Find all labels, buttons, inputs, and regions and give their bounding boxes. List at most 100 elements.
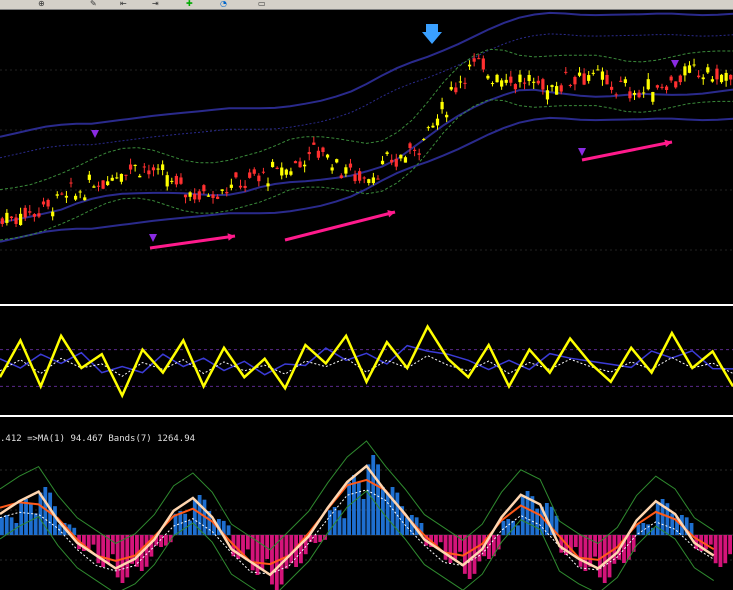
candle-body xyxy=(449,87,453,90)
candle-body xyxy=(683,66,687,76)
histogram-bar xyxy=(284,535,289,569)
candle-body xyxy=(596,69,600,71)
candle-body xyxy=(188,192,192,197)
candle-body xyxy=(9,216,14,219)
histogram-bar xyxy=(520,496,525,535)
histogram-bar xyxy=(728,535,732,555)
chart-area[interactable] xyxy=(0,10,733,590)
candle-body xyxy=(51,211,55,217)
candle-body xyxy=(651,91,655,102)
candle-body xyxy=(289,171,293,175)
candle-body xyxy=(605,74,609,85)
candle-body xyxy=(14,217,18,224)
candle-body xyxy=(655,85,660,88)
candle-body xyxy=(715,68,719,80)
histogram-bar xyxy=(501,520,506,535)
toolbar: ⊕ ✎ ⇤ ⇥ ✚ ◔ ▭ xyxy=(0,0,733,10)
candle-body xyxy=(147,170,151,175)
histogram-bar xyxy=(24,499,28,535)
candle-body xyxy=(128,164,133,170)
candle-body xyxy=(445,114,449,118)
candle-body xyxy=(472,58,476,62)
candle-body xyxy=(83,197,87,201)
candle-body xyxy=(623,79,627,83)
candle-body xyxy=(106,181,110,186)
candle-body xyxy=(312,142,316,145)
terminal-icon[interactable]: ▭ xyxy=(258,0,266,8)
candle-body xyxy=(674,81,678,88)
candle-body xyxy=(28,211,32,213)
histogram-bar xyxy=(183,513,188,535)
candle-body xyxy=(119,173,124,182)
candle-body xyxy=(270,161,275,168)
fit-icon[interactable]: ⇤ xyxy=(120,0,127,8)
histogram-bar xyxy=(33,513,38,535)
candle-body xyxy=(481,58,485,70)
candle-body xyxy=(646,79,650,90)
candle-body xyxy=(431,125,435,128)
histogram-bar xyxy=(173,513,178,535)
panel-separator[interactable] xyxy=(0,415,733,417)
scroll-icon[interactable]: ⇥ xyxy=(152,0,159,8)
candle-body xyxy=(527,74,531,82)
candle-body xyxy=(541,79,545,90)
histogram-bar xyxy=(226,525,231,535)
candle-body xyxy=(367,179,371,183)
candle-body xyxy=(587,75,591,81)
candle-body xyxy=(19,213,23,226)
candle-body xyxy=(532,81,536,83)
candle-body xyxy=(408,143,412,149)
histogram-bar xyxy=(704,535,708,550)
pencil-icon[interactable]: ✎ xyxy=(90,0,97,8)
candle-body xyxy=(293,161,298,164)
candle-body xyxy=(710,79,714,82)
histogram-bar xyxy=(578,535,583,567)
candle-body xyxy=(252,169,256,174)
histogram-bar xyxy=(631,535,636,552)
candle-body xyxy=(609,86,614,90)
histogram-bar xyxy=(376,464,380,535)
candle-body xyxy=(719,74,724,83)
candle-body xyxy=(545,90,550,100)
histogram-bar xyxy=(453,535,458,560)
candle-body xyxy=(353,174,357,182)
candle-body xyxy=(614,94,618,96)
candle-body xyxy=(183,194,188,198)
history-icon[interactable]: ◔ xyxy=(220,0,227,8)
candle-body xyxy=(243,185,247,188)
histogram-bar xyxy=(390,487,395,535)
candle-body xyxy=(664,86,669,91)
new-order-icon[interactable]: ✚ xyxy=(186,0,193,8)
candle-body xyxy=(582,73,586,85)
histogram-bar xyxy=(438,535,443,543)
histogram-bar xyxy=(723,535,728,564)
candle-body xyxy=(669,76,673,81)
candle-body xyxy=(358,171,362,181)
candle-body xyxy=(399,154,403,159)
zoom-in-icon[interactable]: ⊕ xyxy=(38,0,45,8)
candle-body xyxy=(518,74,522,83)
candle-body xyxy=(229,184,233,188)
candle-body xyxy=(64,195,69,198)
candle-body xyxy=(257,175,261,182)
candle-body xyxy=(467,64,472,67)
candle-body xyxy=(275,167,279,169)
candle-body xyxy=(284,169,288,175)
candle-body xyxy=(234,172,238,178)
osc-band-upper xyxy=(0,440,714,551)
candle-body xyxy=(206,195,211,197)
candle-body xyxy=(729,74,733,80)
signal-marker xyxy=(671,60,679,68)
panel-separator[interactable] xyxy=(0,304,733,306)
candle-body xyxy=(344,167,348,174)
histogram-bar xyxy=(260,535,265,571)
candle-body xyxy=(138,175,142,178)
candle-body xyxy=(238,185,243,188)
histogram-bar xyxy=(583,535,588,571)
oscillator-panel xyxy=(0,440,733,590)
candle-body xyxy=(41,201,46,205)
histogram-bar xyxy=(361,499,366,535)
candle-body xyxy=(335,159,339,163)
candle-body xyxy=(110,177,114,181)
histogram-bar xyxy=(708,535,713,545)
